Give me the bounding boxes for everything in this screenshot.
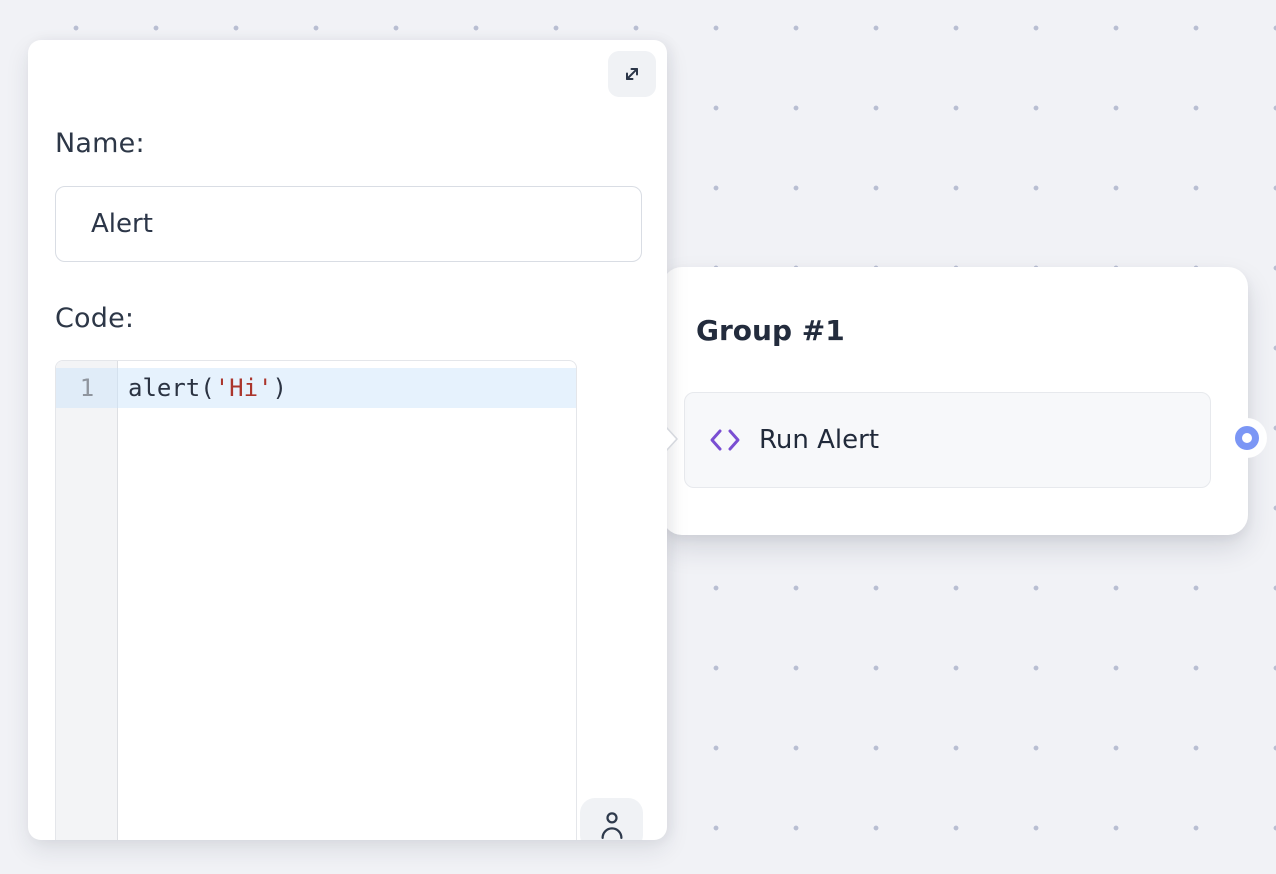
flow-canvas[interactable]: Name: Code: 1 alert('Hi') Group #1 xyxy=(0,0,1276,874)
person-icon xyxy=(597,809,627,840)
group-card[interactable]: Group #1 Run Alert xyxy=(662,267,1248,535)
panel-pointer-arrow xyxy=(664,425,680,453)
line-number: 1 xyxy=(56,368,118,408)
code-token-plain: alert( xyxy=(128,374,215,402)
output-handle[interactable] xyxy=(1235,426,1259,450)
code-editor[interactable]: 1 alert('Hi') xyxy=(55,360,577,840)
name-label: Name: xyxy=(55,128,145,159)
code-icon xyxy=(709,427,741,453)
expand-button[interactable] xyxy=(608,51,656,97)
node-run-alert[interactable]: Run Alert xyxy=(684,392,1211,488)
name-input[interactable] xyxy=(55,186,642,262)
node-label: Run Alert xyxy=(759,425,879,455)
code-token-string: 'Hi' xyxy=(215,374,273,402)
expand-icon xyxy=(620,62,644,86)
code-token-plain: ) xyxy=(273,374,287,402)
code-line: alert('Hi') xyxy=(128,368,287,408)
code-label: Code: xyxy=(55,303,134,334)
editor-gutter xyxy=(56,361,118,840)
group-title: Group #1 xyxy=(696,314,845,347)
user-button[interactable] xyxy=(580,798,643,840)
node-editor-panel: Name: Code: 1 alert('Hi') xyxy=(28,40,667,840)
